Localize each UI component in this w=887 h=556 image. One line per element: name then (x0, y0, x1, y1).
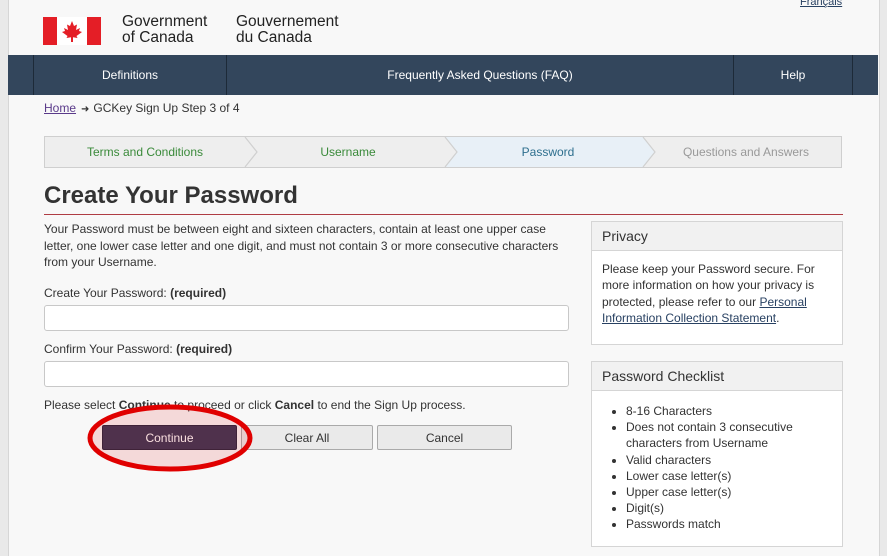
instructions-continue: Continue (118, 398, 171, 412)
page-title: Create Your Password (44, 182, 298, 209)
confirm-password-input[interactable] (44, 361, 569, 387)
create-password-label: Create Your Password: (required) (44, 286, 226, 300)
cancel-button[interactable]: Cancel (377, 425, 512, 450)
breadcrumb-current: GCKey Sign Up Step 3 of 4 (93, 101, 240, 115)
canada-flag-icon (43, 17, 101, 45)
checklist-item: Upper case letter(s) (626, 484, 832, 500)
required-marker: (required) (170, 286, 227, 300)
clear-all-button[interactable]: Clear All (241, 425, 373, 450)
create-password-input[interactable] (44, 305, 569, 331)
checklist-item: 8-16 Characters (626, 403, 832, 419)
instructions-text: Please select (44, 398, 119, 412)
checklist-panel-body: 8-16 Characters Does not contain 3 conse… (592, 391, 842, 533)
checklist-item: Lower case letter(s) (626, 468, 832, 484)
privacy-text-end: . (776, 310, 780, 325)
wordmark-line: of Canada (122, 29, 194, 46)
privacy-panel-body: Please keep your Password secure. For mo… (592, 251, 842, 326)
breadcrumb-home-link[interactable]: Home (44, 101, 76, 115)
instructions-text: to proceed or click (170, 398, 275, 412)
checklist-item: Valid characters (626, 452, 832, 468)
language-toggle-link[interactable]: Français (800, 0, 842, 8)
wordmark-line: Government (122, 13, 208, 30)
progress-steps: Terms and Conditions Username Password Q… (44, 136, 842, 168)
step-password: Password (521, 145, 575, 159)
privacy-panel-heading: Privacy (592, 222, 842, 251)
nav-item-help[interactable]: Help (734, 55, 853, 95)
wordmark-line: du Canada (236, 29, 312, 46)
wordmark-line: Gouvernement (236, 13, 339, 30)
checklist-item: Does not contain 3 consecutive character… (626, 419, 832, 451)
confirm-password-label-text: Confirm Your Password: (44, 342, 173, 356)
checklist: 8-16 Characters Does not contain 3 conse… (602, 403, 832, 533)
continue-button[interactable]: Continue (102, 425, 237, 450)
nav-item-faq[interactable]: Frequently Asked Questions (FAQ) (227, 55, 734, 95)
create-password-label-text: Create Your Password: (44, 286, 167, 300)
title-divider (44, 214, 843, 215)
nav-spacer (8, 55, 34, 95)
password-checklist-panel: Password Checklist 8-16 Characters Does … (591, 361, 843, 547)
wordmark-english: Government of Canada (122, 14, 207, 46)
breadcrumb: Home ➜ GCKey Sign Up Step 3 of 4 (44, 101, 240, 115)
instructions-cancel: Cancel (274, 398, 315, 412)
confirm-password-label: Confirm Your Password: (required) (44, 342, 232, 356)
wordmark-french: Gouvernement du Canada (236, 14, 339, 46)
breadcrumb-arrow-icon: ➜ (81, 104, 90, 115)
step-terms-and-conditions: Terms and Conditions (86, 145, 204, 159)
checklist-panel-heading: Password Checklist (592, 362, 842, 391)
step-questions-and-answers: Questions and Answers (682, 145, 810, 159)
checklist-item: Passwords match (626, 516, 832, 532)
required-marker: (required) (176, 342, 233, 356)
main-nav: Definitions Frequently Asked Questions (… (8, 55, 878, 95)
checklist-item: Digit(s) (626, 500, 832, 516)
nav-item-definitions[interactable]: Definitions (34, 55, 227, 95)
privacy-panel: Privacy Please keep your Password secure… (591, 221, 843, 345)
instructions-text: to end the Sign Up process. (314, 398, 466, 412)
password-rules-text: Your Password must be between eight and … (44, 222, 559, 269)
signup-instructions: Please select Continue to proceed or cli… (44, 398, 466, 412)
step-username: Username (320, 145, 376, 159)
